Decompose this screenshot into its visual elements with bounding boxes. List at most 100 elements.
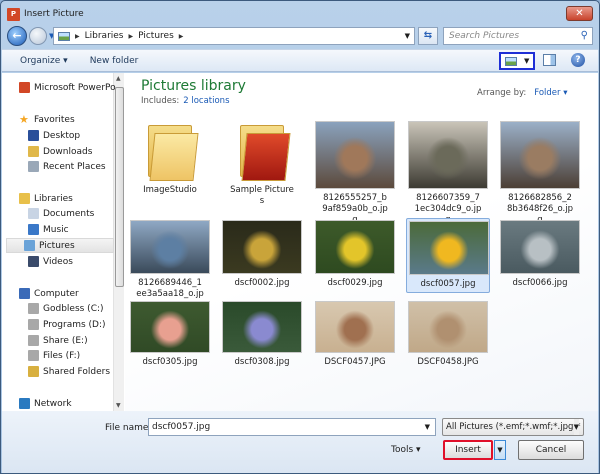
nav-item[interactable]: Desktop (28, 128, 80, 143)
chevron-down-icon[interactable]: ▼ (425, 419, 430, 435)
scroll-up-icon[interactable]: ▲ (116, 75, 121, 82)
chevron-down-icon: ▼ (523, 57, 530, 65)
image-item[interactable]: DSCF0457.JPG (313, 299, 397, 370)
libraries-icon (19, 193, 30, 204)
file-type-value: All Pictures (*.emf;*.wmf;*.jpg;* (446, 422, 581, 432)
shared-folder-icon (28, 366, 39, 377)
navigation-pane: ▲ ▼ Microsoft PowerPo ★ Favorites Desktop Do… (2, 73, 124, 411)
image-item[interactable]: 8126555257_b9af859a0b_o.jpg (313, 119, 397, 228)
organize-button[interactable]: Organize ▾ (20, 56, 68, 66)
search-placeholder: Search Pictures (449, 31, 520, 41)
breadcrumb-pictures[interactable]: Pictures (138, 31, 174, 41)
file-type-select[interactable]: All Pictures (*.emf;*.wmf;*.jpg;* ▼ (442, 418, 584, 436)
nav-item-label: Microsoft PowerPo (34, 82, 116, 93)
search-icon: ⚲ (580, 30, 588, 41)
help-button[interactable]: ? (571, 53, 585, 67)
image-item[interactable]: dscf0057.jpg (406, 218, 490, 293)
chevron-right-icon[interactable]: ▶ (179, 33, 184, 40)
library-title: Pictures library (141, 78, 246, 94)
nav-item[interactable]: Downloads (28, 144, 92, 159)
nav-item[interactable]: Network (19, 396, 72, 411)
drive-icon (28, 350, 39, 361)
desktop-icon (28, 130, 39, 141)
new-folder-button[interactable]: New folder (90, 56, 139, 66)
nav-item[interactable]: Videos (28, 254, 73, 269)
nav-item[interactable]: Computer (19, 286, 79, 301)
preview-pane-button[interactable] (543, 54, 556, 66)
recent-places-icon (28, 161, 39, 172)
item-name: ImageStudio (143, 185, 197, 195)
nav-item-label: Pictures (39, 240, 75, 251)
file-name-label: File name: (105, 423, 152, 433)
cancel-button[interactable]: Cancel (518, 440, 584, 460)
address-bar[interactable]: ▶ Libraries ▶ Pictures ▶ ▼ (53, 27, 415, 45)
tools-button[interactable]: Tools ▾ (391, 445, 421, 455)
file-list: Pictures library Includes: 2 locations Ar… (125, 73, 598, 411)
search-input[interactable]: Search Pictures ⚲ (443, 27, 593, 45)
change-view-button[interactable]: ▼ (499, 52, 535, 70)
network-icon (19, 398, 30, 409)
computer-icon (19, 288, 30, 299)
image-item[interactable]: dscf0029.jpg (313, 218, 397, 291)
insert-picture-dialog: P Insert Picture ✕ ← ▼ ▶ Libraries ▶ Pic… (0, 0, 600, 474)
address-dropdown[interactable]: ▼ (405, 32, 410, 40)
nav-item[interactable]: Pictures (6, 238, 114, 253)
refresh-button[interactable]: ⇆ (418, 27, 438, 45)
image-thumbnail (500, 220, 580, 274)
image-thumbnail (408, 301, 488, 353)
item-name: DSCF0458.JPG (417, 357, 479, 367)
nav-item[interactable]: Libraries (19, 191, 73, 206)
breadcrumb-libraries[interactable]: Libraries (85, 31, 124, 41)
insert-button[interactable]: Insert (443, 440, 493, 460)
nav-item[interactable]: ★ Favorites (19, 112, 75, 127)
nav-item-label: Godbless (C:) (43, 303, 104, 314)
drive-icon (28, 335, 39, 346)
image-item[interactable]: dscf0305.jpg (128, 299, 212, 370)
image-item[interactable]: dscf0308.jpg (220, 299, 304, 370)
nav-item-label: Documents (43, 208, 95, 219)
file-name-input[interactable]: dscf0057.jpg ▼ (148, 418, 436, 436)
item-name: dscf0305.jpg (142, 357, 198, 367)
nav-scrollbar[interactable]: ▲ ▼ (113, 73, 124, 411)
pictures-icon (58, 31, 70, 41)
chevron-right-icon: ▶ (75, 32, 80, 40)
nav-item[interactable]: Documents (28, 206, 94, 221)
nav-item-label: Files (F:) (43, 350, 81, 361)
nav-item[interactable]: Shared Folders (28, 364, 110, 379)
nav-item-label: Downloads (43, 146, 93, 157)
folder-item[interactable]: Sample Pictures (220, 119, 304, 209)
nav-item[interactable]: Recent Places (28, 159, 106, 174)
nav-item[interactable]: Music (28, 222, 69, 237)
nav-item-label: Music (43, 224, 69, 235)
image-item[interactable]: dscf0066.jpg (498, 218, 582, 291)
nav-item[interactable]: Share (E:) (28, 333, 88, 348)
image-thumbnail (222, 220, 302, 274)
folder-item[interactable]: ImageStudio (128, 119, 212, 198)
back-button[interactable]: ← (7, 26, 27, 46)
image-item[interactable]: 8126607359_71ec304dc9_o.jpg (406, 119, 490, 228)
music-icon (28, 224, 39, 235)
item-name: dscf0029.jpg (327, 278, 383, 288)
dialog-footer: File name: dscf0057.jpg ▼ All Pictures (*… (2, 411, 598, 473)
close-button[interactable]: ✕ (566, 6, 593, 21)
insert-options-dropdown[interactable]: ▼ (494, 440, 506, 460)
toolbar: Organize ▾ New folder ▼ ? (2, 49, 598, 72)
arrange-dropdown[interactable]: Folder ▾ (534, 88, 567, 98)
nav-item[interactable]: Microsoft PowerPo (19, 80, 116, 95)
nav-item[interactable]: Programs (D:) (28, 317, 106, 332)
nav-item-label: Recent Places (43, 161, 106, 172)
locations-link[interactable]: 2 locations (183, 96, 229, 106)
image-item[interactable]: 8126682856_28b3648f26_o.jpg (498, 119, 582, 228)
nav-item-label: Libraries (34, 193, 73, 204)
forward-button[interactable] (29, 27, 47, 45)
image-item[interactable]: dscf0002.jpg (220, 218, 304, 291)
image-item[interactable]: DSCF0458.JPG (406, 299, 490, 370)
nav-item[interactable]: Files (F:) (28, 348, 80, 363)
scroll-down-icon[interactable]: ▼ (116, 402, 121, 409)
arrange-by: Arrange by: Folder ▾ (477, 88, 568, 98)
item-name: DSCF0457.JPG (324, 357, 386, 367)
folder-icon (236, 121, 291, 181)
nav-item-label: Videos (43, 256, 73, 267)
scrollbar-thumb[interactable] (115, 87, 124, 287)
nav-item[interactable]: Godbless (C:) (28, 301, 104, 316)
